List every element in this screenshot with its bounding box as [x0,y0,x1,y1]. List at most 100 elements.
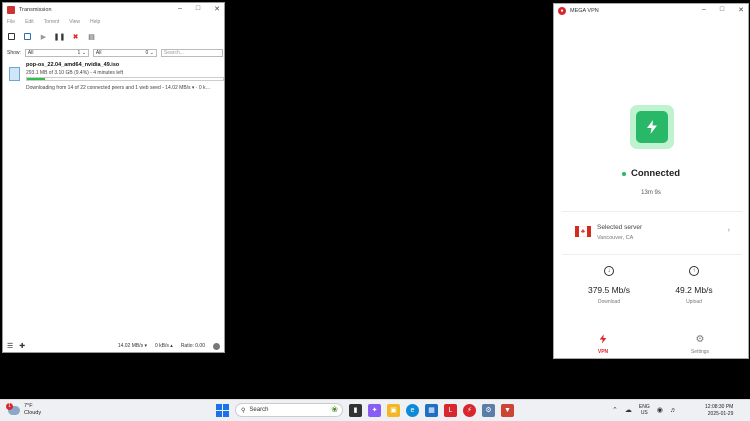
torrent-progress-fill [27,78,46,80]
server-location: Vancouver, CA [597,235,634,241]
cloud-icon: 1 [6,402,20,415]
system-tray: ⌃ ☁ ENG US ◉ ♬ [612,404,677,416]
filter-bar: Show: All 1 ⌄ All 0 ⌄ Search... [7,48,223,57]
minimize-button[interactable]: – [178,5,182,13]
start-button[interactable] [216,403,229,417]
download-arrow-icon: ↓ [604,266,614,276]
taskbar-search[interactable]: ⚲ Search ❀ [235,403,343,417]
menu-icon[interactable]: ☰ [7,342,13,350]
chevron-down-icon: ⌄ [81,49,86,56]
status-filter-select[interactable]: All 1 ⌄ [24,48,89,57]
upload-arrow-icon: ↑ [689,266,699,276]
torrent-name: pop-os_22.04_amd64_nvidia_49.iso [26,62,120,68]
task-view-icon[interactable]: ▮ [349,403,362,417]
edge-icon[interactable]: e [406,403,419,417]
store-icon[interactable]: ▦ [425,403,438,417]
vpn-titlebar: ● MEGA VPN – □ ✕ [554,4,748,18]
remove-button[interactable]: ✖ [71,32,80,41]
language-indicator[interactable]: ENG US [639,404,650,416]
clock-date: 2025-01-29 [707,411,734,417]
divider [562,211,742,212]
transmission-titlebar: Transmission – □ ✕ [3,3,224,17]
close-button[interactable]: ✕ [214,5,220,13]
menu-bar: File Edit Torrent View Help [7,19,100,25]
status-filter-value: All [27,49,34,56]
weather-widget[interactable]: 1 7°F Cloudy [6,402,41,417]
pause-button[interactable]: ❚❚ [53,32,66,41]
menu-help[interactable]: Help [90,19,100,25]
start-button[interactable]: ▶ [39,32,48,41]
connect-toggle[interactable] [630,105,674,149]
upload-speed[interactable]: 0 kB/s ▴ [155,343,173,349]
weather-temp: 7°F [24,403,33,409]
download-speed[interactable]: 14.02 MB/s ▾ [118,343,147,349]
vpn-window: ● MEGA VPN – □ ✕ Connected 13m 9s ♣ Sele… [553,3,749,359]
menu-view[interactable]: View [69,19,80,25]
clock[interactable]: 12:08:30 PM 2025-01-29 [705,404,733,418]
taskbar: 1 7°F Cloudy ⚲ Search ❀ ▮ ✦ ▣ e ▦ L ⚡ ⚙ … [0,399,750,421]
transmission-app-icon [7,6,15,14]
nav-settings[interactable]: ⚙ Settings [680,334,720,355]
open-url-button[interactable] [23,32,32,41]
file-explorer-icon[interactable]: ▣ [387,403,400,417]
tray-chevron-up-icon[interactable]: ⌃ [612,406,618,414]
properties-icon: ▤ [88,33,95,41]
properties-button[interactable]: ▤ [87,32,96,41]
tracker-filter-select[interactable]: All 0 ⌄ [92,48,157,57]
statusbar: ☰ ✚ 14.02 MB/s ▾ 0 kB/s ▴ Ratio: 0.00 [3,340,224,352]
copilot-icon[interactable]: ✦ [368,403,381,417]
nav-vpn-label: VPN [597,349,609,355]
mega-logo-icon: ● [558,7,566,15]
search-input[interactable]: Search... [160,48,223,57]
connection-timer: 13m 9s [641,190,661,196]
tracker-filter-count: 0 [145,49,149,56]
menu-file[interactable]: File [7,19,15,25]
close-button[interactable]: ✕ [738,6,744,14]
connection-status-text: Connected [630,168,681,179]
upload-stat: ↑ 49.2 Mb/s Upload [659,266,729,305]
download-stat: ↓ 379.5 Mb/s Download [574,266,644,305]
taskbar-apps: ⚲ Search ❀ ▮ ✦ ▣ e ▦ L ⚡ ⚙ ▼ [216,403,514,417]
file-icon [9,67,20,81]
show-label: Show: [7,49,21,56]
torrent-row[interactable]: pop-os_22.04_amd64_nvidia_49.iso 293.1 M… [4,59,224,97]
torrent-progress-text: 293.1 MB of 3.10 GB (9.4%) - 4 minutes l… [26,70,123,76]
minimize-button[interactable]: – [702,6,706,14]
ratio-icon[interactable] [213,342,220,350]
menu-edit[interactable]: Edit [25,19,34,25]
selected-server-row[interactable]: ♣ Selected server Vancouver, CA › [575,222,730,244]
turtle-icon[interactable]: ✚ [19,342,25,350]
maximize-button[interactable]: □ [720,6,724,14]
status-dot-icon [621,171,626,176]
bolt-icon [647,120,657,134]
transmission-window: Transmission – □ ✕ File Edit Torrent Vie… [2,2,225,353]
torrent-progress-bar [26,77,224,81]
ratio[interactable]: Ratio: 0.00 [181,343,205,349]
connection-status: Connected [554,168,748,179]
upload-value: 49.2 Mb/s [675,285,713,295]
lastpass-icon[interactable]: L [444,403,457,417]
server-label: Selected server [597,224,643,231]
mega-vpn-taskbar-icon[interactable]: ⚡ [463,403,476,417]
nav-vpn[interactable]: VPN [583,334,623,355]
transmission-taskbar-icon[interactable]: ▼ [501,403,514,417]
chevron-right-icon: › [727,227,730,234]
play-icon: ▶ [40,33,47,41]
open-url-icon [24,33,31,40]
taskbar-search-label: Search [249,407,269,413]
wifi-icon[interactable]: ◉ [657,406,663,414]
volume-icon[interactable]: ♬ [670,407,677,414]
search-placeholder: Search... [163,49,184,56]
menu-torrent[interactable]: Torrent [44,19,60,25]
bolt-icon [583,334,623,346]
status-filter-count: 1 [77,49,81,56]
connect-toggle-inner [636,111,668,143]
open-torrent-button[interactable] [7,32,16,41]
download-value: 379.5 Mb/s [587,285,631,295]
onedrive-icon[interactable]: ☁ [625,406,632,414]
pause-icon: ❚❚ [53,33,66,41]
maximize-button[interactable]: □ [196,5,200,13]
settings-taskbar-icon[interactable]: ⚙ [482,403,495,417]
upload-label: Upload [686,299,702,305]
open-icon [8,33,15,40]
